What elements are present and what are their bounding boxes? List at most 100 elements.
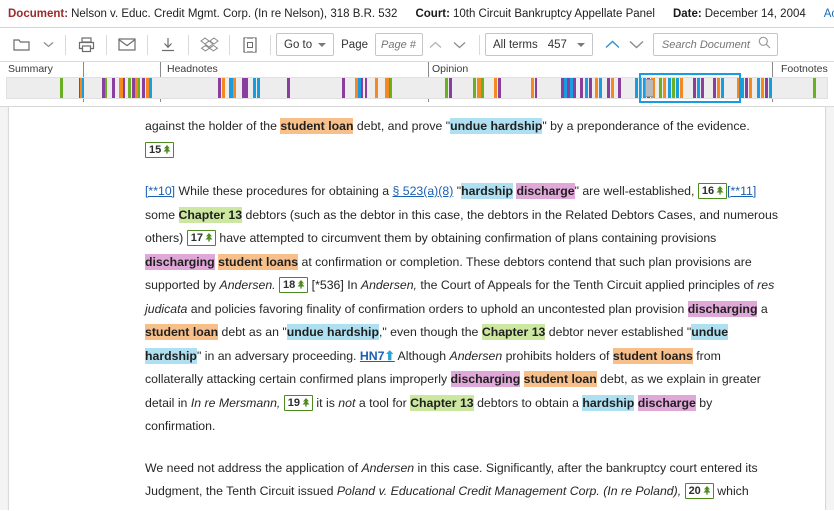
document-map-term-marker[interactable] bbox=[82, 78, 84, 98]
document-map-term-marker[interactable] bbox=[813, 78, 816, 98]
document-map-term-marker[interactable] bbox=[693, 78, 696, 98]
document-map-term-marker[interactable] bbox=[589, 78, 592, 98]
document-map-term-marker[interactable] bbox=[761, 78, 764, 98]
highlight-term[interactable]: student loan bbox=[145, 324, 218, 340]
highlight-term[interactable]: hardship bbox=[461, 183, 513, 199]
folder-dropdown-chevron-down-icon[interactable] bbox=[36, 33, 60, 57]
highlight-term[interactable]: student loan bbox=[280, 118, 353, 134]
highlight-term[interactable]: undue hardship bbox=[450, 118, 542, 134]
document-map-scroll-thumb[interactable] bbox=[645, 79, 654, 97]
highlight-term[interactable]: discharging bbox=[451, 371, 521, 387]
document-map-term-marker[interactable] bbox=[749, 78, 752, 98]
document-map-term-marker[interactable] bbox=[672, 78, 675, 98]
highlight-term[interactable]: hardship bbox=[582, 395, 634, 411]
document-map-term-marker[interactable] bbox=[713, 78, 716, 98]
footnote-marker[interactable]: 20 bbox=[685, 483, 714, 499]
document-map-term-marker[interactable] bbox=[128, 78, 131, 98]
highlight-term[interactable]: undue hardship bbox=[287, 324, 379, 340]
document-map-term-marker[interactable] bbox=[573, 78, 576, 98]
document-map-term-marker[interactable] bbox=[697, 78, 700, 98]
all-terms-dropdown[interactable]: All terms 457 bbox=[485, 33, 593, 56]
document-map-term-marker[interactable] bbox=[105, 78, 107, 98]
document-map-term-marker[interactable] bbox=[149, 78, 152, 98]
case-link[interactable]: Andersen bbox=[296, 508, 349, 511]
folder-icon[interactable] bbox=[6, 32, 36, 58]
search-icon[interactable] bbox=[758, 36, 771, 54]
email-icon[interactable] bbox=[112, 32, 142, 58]
document-map-term-marker[interactable] bbox=[138, 78, 140, 98]
actions-menu[interactable]: Actions bbox=[824, 8, 834, 20]
document-map-term-marker[interactable] bbox=[611, 78, 614, 98]
document-map-term-marker[interactable] bbox=[498, 78, 501, 98]
document-map-term-marker[interactable] bbox=[618, 78, 621, 98]
document-map-term-marker[interactable] bbox=[445, 78, 448, 98]
document-map-term-marker[interactable] bbox=[717, 78, 720, 98]
document-map-term-marker[interactable] bbox=[635, 78, 638, 98]
document-map-term-marker[interactable] bbox=[233, 78, 236, 98]
next-term-chevron-down-icon[interactable] bbox=[625, 33, 649, 57]
footnote-marker[interactable]: 17 bbox=[187, 230, 216, 246]
search-input[interactable] bbox=[660, 38, 758, 52]
goto-dropdown[interactable]: Go to bbox=[276, 33, 334, 56]
highlight-term[interactable]: student loans bbox=[218, 254, 298, 270]
footnote-marker[interactable]: 16 bbox=[698, 183, 727, 199]
document-map-term-marker[interactable] bbox=[745, 78, 748, 98]
document-map[interactable]: SummaryHeadnotesOpinionFootnotes bbox=[0, 62, 834, 107]
highlight-term[interactable]: discharge bbox=[516, 183, 574, 199]
headnote-link[interactable]: HN7⬆ bbox=[360, 349, 395, 363]
document-map-term-marker[interactable] bbox=[721, 78, 724, 98]
footnote-marker[interactable]: 19 bbox=[284, 395, 313, 411]
document-map-term-marker[interactable] bbox=[535, 78, 537, 98]
document-map-term-marker[interactable] bbox=[599, 78, 602, 98]
document-map-term-marker[interactable] bbox=[449, 78, 452, 98]
document-map-term-marker[interactable] bbox=[668, 78, 671, 98]
highlight-term[interactable]: student loans bbox=[613, 348, 693, 364]
highlight-term[interactable]: Chapter 13 bbox=[482, 324, 546, 340]
document-map-term-marker[interactable] bbox=[60, 78, 63, 98]
document-map-term-marker[interactable] bbox=[365, 78, 367, 98]
search-document-box[interactable] bbox=[653, 33, 778, 56]
document-map-term-marker[interactable] bbox=[607, 78, 610, 98]
document-map-term-marker[interactable] bbox=[639, 78, 642, 98]
document-map-term-marker[interactable] bbox=[585, 78, 588, 98]
download-icon[interactable] bbox=[153, 32, 183, 58]
highlight-term[interactable]: discharge bbox=[638, 395, 696, 411]
document-map-term-marker[interactable] bbox=[765, 78, 768, 98]
document-scroll-area[interactable]: against the holder of the student loan d… bbox=[0, 107, 834, 510]
document-map-term-marker[interactable] bbox=[218, 78, 221, 98]
document-map-term-marker[interactable] bbox=[757, 78, 760, 98]
document-map-term-marker[interactable] bbox=[390, 78, 392, 98]
highlight-term[interactable]: discharging bbox=[145, 254, 215, 270]
footnote-marker[interactable]: 18 bbox=[279, 277, 308, 293]
page-number-input[interactable] bbox=[375, 33, 423, 56]
document-map-term-marker[interactable] bbox=[112, 78, 115, 98]
highlight-term[interactable]: student loan bbox=[524, 371, 597, 387]
document-map-track[interactable] bbox=[6, 77, 828, 99]
document-map-term-marker[interactable] bbox=[531, 78, 534, 98]
previous-page-chevron-up-icon[interactable] bbox=[423, 33, 447, 57]
star-pagination-link[interactable]: [**11] bbox=[727, 184, 756, 198]
footnote-marker[interactable]: 15 bbox=[145, 142, 174, 158]
document-map-term-marker[interactable] bbox=[361, 78, 363, 98]
document-map-term-marker[interactable] bbox=[494, 78, 497, 98]
document-map-term-marker[interactable] bbox=[123, 78, 125, 98]
highlight-term[interactable]: discharging bbox=[688, 301, 758, 317]
document-map-term-marker[interactable] bbox=[342, 78, 345, 98]
highlight-term[interactable]: Chapter 13 bbox=[179, 207, 243, 223]
document-map-term-marker[interactable] bbox=[253, 78, 256, 98]
star-pagination-link[interactable]: [**10] bbox=[145, 184, 175, 198]
document-map-term-marker[interactable] bbox=[659, 78, 662, 98]
document-map-term-marker[interactable] bbox=[375, 78, 378, 98]
document-map-term-marker[interactable] bbox=[737, 78, 740, 98]
previous-term-chevron-up-icon[interactable] bbox=[601, 33, 625, 57]
document-map-term-marker[interactable] bbox=[663, 78, 666, 98]
document-map-term-marker[interactable] bbox=[257, 78, 260, 98]
document-map-term-marker[interactable] bbox=[680, 78, 683, 98]
document-map-term-marker[interactable] bbox=[676, 78, 679, 98]
document-map-term-marker[interactable] bbox=[580, 78, 583, 98]
document-map-term-marker[interactable] bbox=[701, 78, 704, 98]
highlight-term[interactable]: Chapter 13 bbox=[410, 395, 474, 411]
document-map-term-marker[interactable] bbox=[287, 78, 290, 98]
dropbox-icon[interactable] bbox=[194, 32, 224, 58]
page-extract-icon[interactable] bbox=[235, 32, 265, 58]
